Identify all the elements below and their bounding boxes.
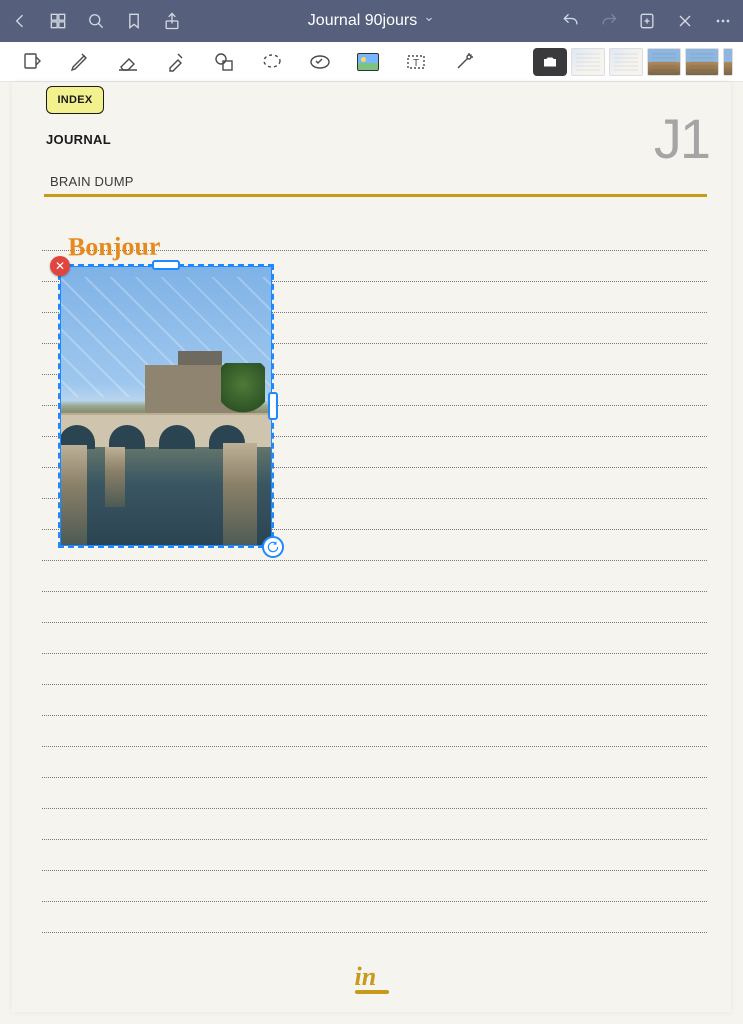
thumbnails-icon[interactable] bbox=[48, 11, 68, 31]
index-tab-label: INDEX bbox=[57, 94, 92, 106]
lasso-tool-icon[interactable] bbox=[248, 42, 296, 82]
undo-icon[interactable] bbox=[561, 11, 581, 31]
recent-image-thumb[interactable] bbox=[571, 48, 605, 76]
index-tab[interactable]: INDEX bbox=[46, 86, 104, 114]
close-icon: ✕ bbox=[55, 259, 65, 273]
document-title: Journal 90jours bbox=[308, 12, 417, 30]
more-icon[interactable] bbox=[713, 11, 733, 31]
share-icon[interactable] bbox=[162, 11, 182, 31]
journal-page: INDEX JOURNAL J1 BRAIN DUMP Bonjour ✕ bbox=[12, 82, 731, 1012]
close-icon[interactable] bbox=[675, 11, 695, 31]
inserted-image[interactable] bbox=[60, 266, 272, 546]
resize-handle-top[interactable] bbox=[152, 260, 180, 270]
camera-button[interactable] bbox=[533, 48, 567, 76]
chevron-down-icon bbox=[423, 12, 435, 30]
handwritten-text[interactable]: Bonjour bbox=[68, 232, 161, 263]
readonly-tool-icon[interactable] bbox=[8, 42, 56, 82]
add-page-icon[interactable] bbox=[637, 11, 657, 31]
divider-rule bbox=[44, 194, 707, 197]
inserted-image-selection[interactable]: ✕ bbox=[60, 266, 272, 546]
pen-tool-icon[interactable] bbox=[56, 42, 104, 82]
text-tool-icon[interactable]: T bbox=[392, 42, 440, 82]
document-title-button[interactable]: Journal 90jours bbox=[182, 12, 561, 30]
laser-tool-icon[interactable] bbox=[440, 42, 488, 82]
svg-text:T: T bbox=[413, 58, 419, 69]
section-heading: JOURNAL bbox=[46, 132, 111, 147]
redo-icon[interactable] bbox=[599, 11, 619, 31]
footer-logo: in bbox=[355, 962, 389, 994]
recent-image-thumb[interactable] bbox=[723, 48, 733, 76]
bookmark-icon[interactable] bbox=[124, 11, 144, 31]
resize-handle-right[interactable] bbox=[268, 392, 278, 420]
recent-image-thumb[interactable] bbox=[609, 48, 643, 76]
back-icon[interactable] bbox=[10, 11, 30, 31]
search-icon[interactable] bbox=[86, 11, 106, 31]
topbar-left-group bbox=[10, 11, 182, 31]
image-tool-icon[interactable] bbox=[344, 42, 392, 82]
shape-tool-icon[interactable] bbox=[200, 42, 248, 82]
app-topbar: Journal 90jours bbox=[0, 0, 743, 42]
rotate-handle[interactable] bbox=[262, 536, 284, 558]
recent-image-thumb[interactable] bbox=[647, 48, 681, 76]
editor-toolbar: T bbox=[0, 42, 743, 82]
recent-images-strip bbox=[533, 48, 735, 76]
eraser-tool-icon[interactable] bbox=[104, 42, 152, 82]
highlighter-tool-icon[interactable] bbox=[152, 42, 200, 82]
recent-image-thumb[interactable] bbox=[685, 48, 719, 76]
topbar-right-group bbox=[561, 11, 733, 31]
stamp-tool-icon[interactable] bbox=[296, 42, 344, 82]
page-number: J1 bbox=[654, 106, 709, 171]
sub-heading: BRAIN DUMP bbox=[50, 174, 134, 189]
delete-selection-button[interactable]: ✕ bbox=[50, 256, 70, 276]
